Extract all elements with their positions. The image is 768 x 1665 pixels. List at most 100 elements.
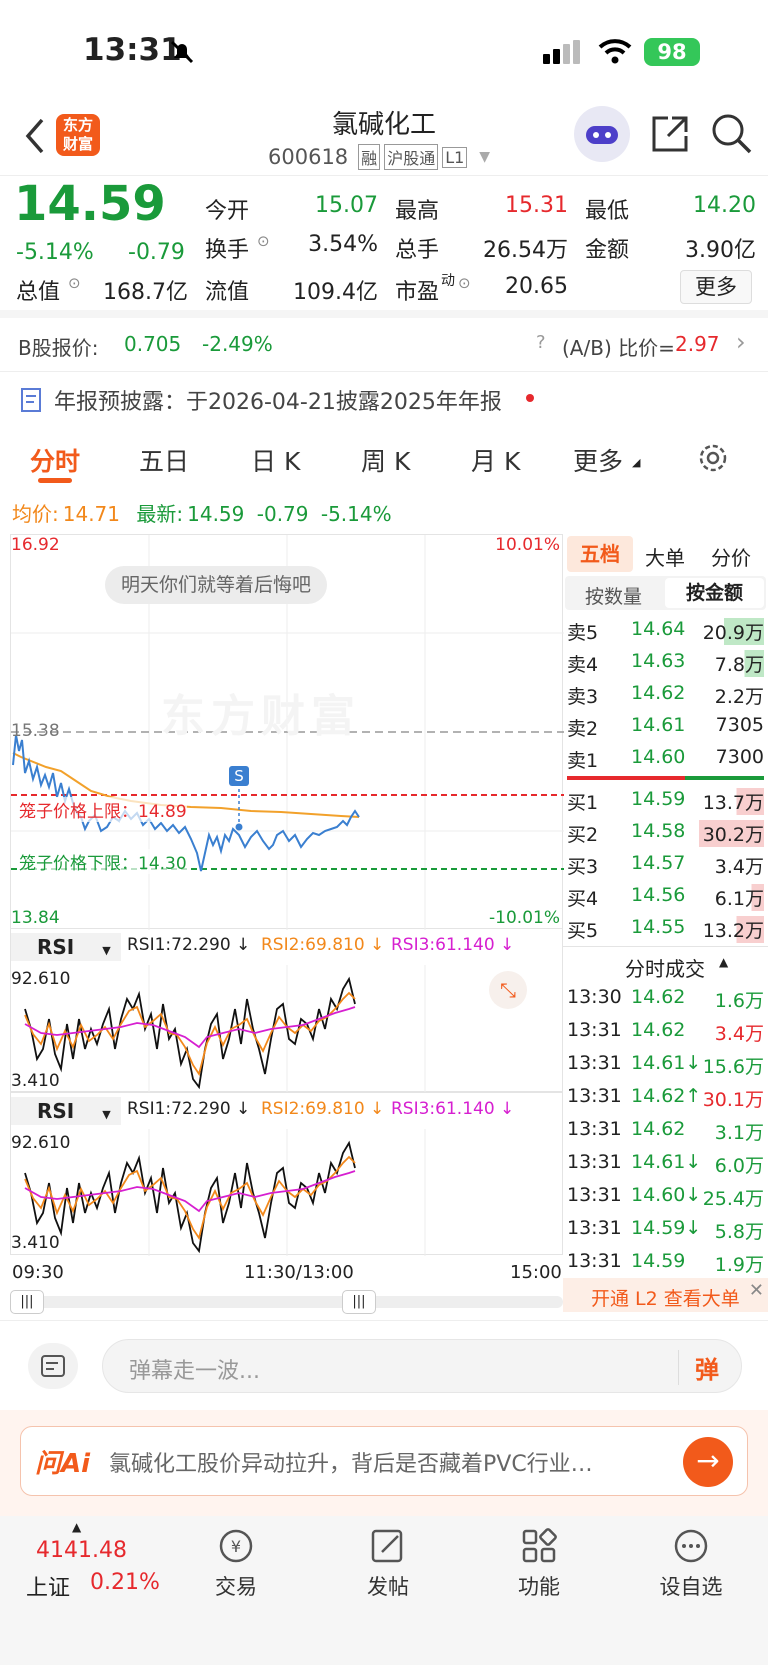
info-icon[interactable]: ⊙ xyxy=(458,274,471,292)
close-icon[interactable]: ✕ xyxy=(749,1280,764,1301)
time-midday: 11:30/13:00 xyxy=(244,1262,354,1283)
axis-high: 16.92 xyxy=(11,535,60,555)
b-share-price: 0.705 xyxy=(124,332,182,356)
field-value: 109.4亿 xyxy=(293,280,378,305)
info-icon[interactable]: ⊙ xyxy=(257,232,270,250)
field-value: 3.90亿 xyxy=(685,238,756,263)
field-label: 最低 xyxy=(585,199,630,224)
annual-report-notice[interactable]: 年报预披露：于2026-04-21披露2025年年报 xyxy=(0,372,768,428)
share-icon[interactable] xyxy=(650,114,690,154)
stock-header: 东方 财富 氯碱化工 600618 融 沪股通 L1 ▼ xyxy=(0,100,768,176)
field-label: 流值 xyxy=(205,280,250,305)
avg-label: 均价: xyxy=(12,502,59,526)
nav-add-watchlist[interactable]: 设自选 xyxy=(636,1526,746,1601)
field-value: 26.54万 xyxy=(483,238,568,263)
tab-monthly-k[interactable]: 月 K xyxy=(471,442,520,478)
bid-row[interactable]: 买3 14.57 3.4万 xyxy=(563,848,768,880)
sell-marker-icon[interactable]: S xyxy=(229,766,249,786)
trades-title: 分时成交 xyxy=(625,957,705,981)
send-barrage-button[interactable]: 弹 xyxy=(678,1350,719,1385)
bid-row[interactable]: 买2 14.58 30.2万 xyxy=(563,816,768,848)
status-time: 13:31 xyxy=(83,32,182,68)
settings-gear-icon[interactable] xyxy=(697,442,729,474)
book-by-amount[interactable]: 按金额 xyxy=(665,578,764,608)
axis-high-pct: 10.01% xyxy=(495,535,560,555)
edit-icon xyxy=(371,1529,403,1563)
rsi-panel-2[interactable]: RSI ▼ RSI1:72.290 ↓ RSI2:69.810 ↓ RSI3:61… xyxy=(10,1092,563,1256)
barrage-placeholder: 弹幕走一波... xyxy=(129,1359,260,1384)
search-icon[interactable] xyxy=(710,112,754,156)
range-handle-right[interactable]: ||| xyxy=(342,1290,376,1314)
nav-trade-label: 交易 xyxy=(215,1575,257,1599)
trade-row: 13:31 14.62 3.4万 xyxy=(567,1019,764,1045)
status-bar: 13:31 98 xyxy=(0,0,768,100)
bid-row[interactable]: 买4 14.56 6.1万 xyxy=(563,880,768,912)
ask-row[interactable]: 卖4 14.63 7.8万 xyxy=(563,646,768,678)
ab-ratio-value: 2.97 xyxy=(675,332,720,356)
more-button[interactable]: 更多 xyxy=(680,270,752,304)
range-slider-track[interactable] xyxy=(10,1296,563,1308)
nav-functions-label: 功能 xyxy=(518,1575,560,1599)
book-by-qty[interactable]: 按数量 xyxy=(585,582,642,609)
trade-row: 13:31 14.59 1.9万 xyxy=(567,1250,764,1276)
tab-intraday[interactable]: 分时 xyxy=(30,442,80,478)
barrage-bubble[interactable]: 明天你们就等着后悔吧 xyxy=(105,566,328,604)
robot-avatar-icon[interactable] xyxy=(574,106,630,162)
axis-low: 13.84 xyxy=(11,908,60,928)
tag-level: L1 xyxy=(442,146,468,168)
caret-up-icon: ▲ xyxy=(719,955,729,969)
trades-header[interactable]: 分时成交 ▲ xyxy=(563,946,768,982)
l2-banner-text: 开通 L2 查看大单 xyxy=(591,1288,740,1310)
quote-panel: 14.59 -5.14% -0.79 今开 15.07 最高 15.31 最低 … xyxy=(0,176,768,318)
ask-row[interactable]: 卖1 14.60 7300 xyxy=(563,742,768,774)
latest-value: 14.59 xyxy=(187,502,245,526)
tab-weekly-k[interactable]: 周 K xyxy=(361,442,410,478)
marker-point xyxy=(235,823,243,831)
ask-row[interactable]: 卖3 14.62 2.2万 xyxy=(563,678,768,710)
arrow-right-icon[interactable]: → xyxy=(683,1437,733,1487)
index-ticker[interactable]: ▲ 4141.48 上证 0.21% xyxy=(0,1516,160,1665)
book-tab-price[interactable]: 分价 xyxy=(711,542,751,571)
trade-row: 13:30 14.62 1.6万 xyxy=(567,986,764,1012)
intraday-chart[interactable]: 16.92 10.01% 13.84 -10.01% 15.38 明天你们就等着… xyxy=(10,534,564,930)
field-label: 总手 xyxy=(395,238,440,263)
expand-icon[interactable]: ⤡ xyxy=(489,971,527,1009)
book-tab-level5[interactable]: 五档 xyxy=(567,536,633,572)
barrage-settings-icon[interactable] xyxy=(28,1343,78,1389)
range-handle-left[interactable]: ||| xyxy=(10,1290,44,1314)
nav-post[interactable]: 发帖 xyxy=(333,1526,443,1601)
latest-pct: -5.14% xyxy=(320,502,392,526)
nav-trade[interactable]: ¥ 交易 xyxy=(181,1526,291,1601)
nav-functions[interactable]: 功能 xyxy=(484,1526,594,1601)
tag-connect: 沪股通 xyxy=(384,144,439,170)
ask-row[interactable]: 卖5 14.64 20.9万 xyxy=(563,614,768,646)
svg-text:¥: ¥ xyxy=(231,1537,241,1556)
field-label: 换手 xyxy=(205,238,250,263)
b-share-row[interactable]: B股报价: 0.705 -2.49% ? (A/B) 比价= 2.97 › xyxy=(0,318,768,372)
battery-icon: 98 xyxy=(644,38,700,66)
barrage-input[interactable]: 弹幕走一波... 弹 xyxy=(102,1339,742,1393)
dropdown-icon[interactable]: ▼ xyxy=(479,149,490,165)
stock-code-row: 600618 融 沪股通 L1 ▼ xyxy=(268,144,490,170)
help-icon[interactable]: ? xyxy=(536,332,546,353)
book-tab-large[interactable]: 大单 xyxy=(645,542,685,571)
rsi-panel-1[interactable]: RSI ▼ RSI1:72.290 ↓ RSI2:69.810 ↓ RSI3:61… xyxy=(10,929,563,1092)
l2-banner[interactable]: 开通 L2 查看大单 ✕ xyxy=(563,1278,768,1312)
tab-5day[interactable]: 五日 xyxy=(139,442,189,478)
tab-more[interactable]: 更多 xyxy=(573,442,623,478)
ask-row[interactable]: 卖2 14.61 7305 xyxy=(563,710,768,742)
bid-row[interactable]: 买5 14.55 13.2万 xyxy=(563,912,768,944)
ai-question-card[interactable]: 问Ai 氯碱化工股价异动拉升，背后是否藏着PVC行业… → xyxy=(20,1426,748,1496)
upper-limit-label: 笼子价格上限：14.89 xyxy=(19,797,187,822)
comment-bar: 弹幕走一波... 弹 xyxy=(0,1320,768,1410)
info-icon[interactable]: ⊙ xyxy=(68,274,81,292)
field-value: 168.7亿 xyxy=(103,280,188,305)
field-value: 15.07 xyxy=(315,193,378,218)
change-percent: -5.14% xyxy=(16,240,94,265)
tab-daily-k[interactable]: 日 K xyxy=(251,442,300,478)
index-name: 上证 xyxy=(26,1576,71,1601)
pe-type: 动 xyxy=(441,273,455,289)
ai-bar: 问Ai 氯碱化工股价异动拉升，背后是否藏着PVC行业… → xyxy=(0,1410,768,1516)
trade-icon: ¥ xyxy=(219,1529,253,1563)
bid-row[interactable]: 买1 14.59 13.7万 xyxy=(563,784,768,816)
